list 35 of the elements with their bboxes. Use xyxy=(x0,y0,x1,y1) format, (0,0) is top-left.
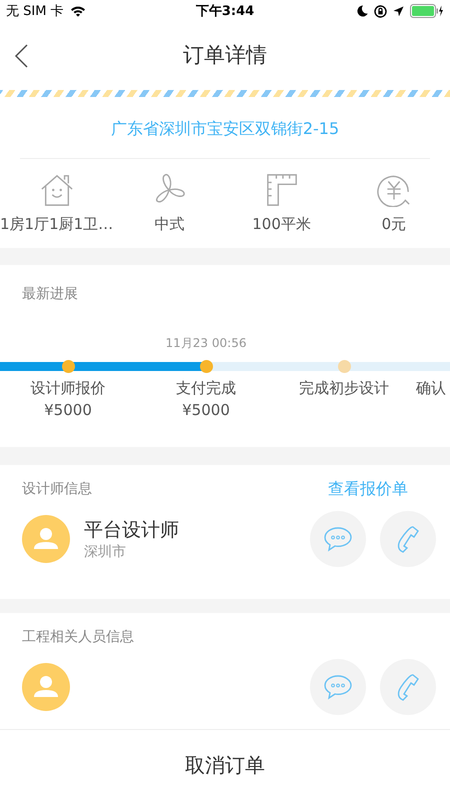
spec-label: 0元 xyxy=(382,215,406,234)
step-label: 支付完成 xyxy=(176,379,236,398)
back-icon xyxy=(14,44,28,68)
section-title: 最新进展 xyxy=(21,285,78,303)
spec-label: 100平米 xyxy=(252,215,311,234)
step-label: 确认 xyxy=(416,379,446,398)
section-title: 设计师信息 xyxy=(21,480,92,498)
spec-label: 中式 xyxy=(154,215,184,234)
chat-icon xyxy=(323,526,353,552)
battery-icon xyxy=(410,4,444,18)
yuan-bubble-icon xyxy=(376,173,411,207)
spec-label: 1房1厅1厨1卫… xyxy=(0,215,114,234)
ruler-icon xyxy=(264,173,299,207)
page-title: 订单详情 xyxy=(183,42,267,69)
clock-text: 下午3:44 xyxy=(196,3,254,20)
step-price: ¥5000 xyxy=(182,401,230,419)
person-name: 平台设计师 xyxy=(84,518,180,543)
step-price: ¥5000 xyxy=(44,401,92,419)
section-title: 工程相关人员信息 xyxy=(21,628,134,646)
carrier-text: 无 SIM 卡 xyxy=(6,3,64,20)
avatar-icon xyxy=(22,515,70,563)
moon-icon xyxy=(357,5,368,17)
person-city: 深圳市 xyxy=(84,543,127,561)
phone-icon xyxy=(395,673,421,701)
wifi-icon xyxy=(70,5,86,17)
view-quote-link[interactable]: 查看报价单 xyxy=(328,478,408,500)
phone-icon xyxy=(395,525,421,553)
timestamp-text: 11月23 00:56 xyxy=(166,335,246,352)
step-label: 设计师报价 xyxy=(30,379,106,398)
chat-icon xyxy=(323,674,353,700)
lock-rotation-icon xyxy=(374,4,387,18)
address-link[interactable]: 广东省深圳市宝安区双锦街2-15 xyxy=(20,97,430,159)
location-icon xyxy=(393,6,404,16)
avatar-icon xyxy=(22,663,70,711)
step-label: 完成初步设计 xyxy=(299,379,389,398)
